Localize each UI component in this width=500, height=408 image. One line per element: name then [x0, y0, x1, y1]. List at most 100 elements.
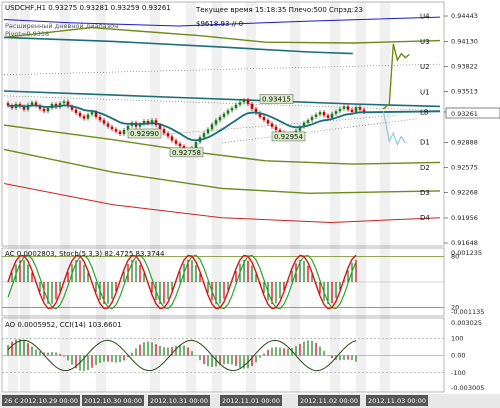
candle-body — [218, 116, 222, 121]
candle-body — [354, 107, 358, 113]
candle-body — [178, 143, 182, 147]
candle-body — [350, 109, 354, 113]
candle-body — [74, 109, 78, 113]
candle-body — [158, 125, 162, 130]
chart-window[interactable]: U4 U3 U2 U1 LB D1 D2 D3 D4 0.92990 0.92758 0.93415… — [0, 0, 500, 408]
price-tick-label: 0.92575 — [451, 164, 478, 172]
day-stripe — [290, 2, 300, 392]
candle-body — [210, 124, 214, 130]
candle-body — [214, 120, 218, 125]
price-tick-label: 0.91956 — [451, 214, 478, 222]
candle-body — [114, 129, 118, 132]
chart-canvas[interactable]: U4 U3 U2 U1 LB D1 D2 D3 D4 0.92990 0.92758 0.93415… — [0, 0, 500, 408]
candle-body — [270, 123, 274, 127]
symbol-line: USDCHF,H1 0.93275 0.93281 0.93259 0.9326… — [5, 4, 171, 12]
candle-body — [162, 129, 166, 134]
date-label: 2012.10.31 00:00 — [150, 397, 208, 405]
date-label: 2012.10.30 00:00 — [84, 397, 142, 405]
day-stripe — [330, 2, 340, 392]
cci-axis-label: -0.003005 — [451, 384, 484, 392]
candle-body — [42, 108, 46, 112]
price-tick-label: 0.94443 — [451, 12, 478, 20]
candle-body — [206, 129, 210, 134]
day-stripe — [186, 2, 196, 392]
cci-axis-label: 0.00 — [451, 352, 465, 360]
candle-body — [82, 116, 86, 119]
annotation-high1: 0.93415 — [262, 95, 291, 103]
day-stripe — [356, 2, 366, 392]
candle-body — [334, 111, 338, 114]
candle-body — [310, 116, 314, 121]
candle-body — [98, 116, 102, 121]
candle-body — [358, 107, 362, 110]
candle-body — [90, 112, 94, 115]
annotation-low3: 0.92954 — [274, 133, 303, 141]
price-tick-label: 0.93822 — [451, 62, 478, 70]
candle-body — [322, 112, 326, 116]
candle-body — [266, 120, 270, 124]
candle-body — [30, 102, 34, 105]
candle-body — [238, 102, 242, 105]
date-label: 26 O — [4, 397, 19, 405]
subtitle-pivot: Pivot=0.9318 — [5, 30, 49, 38]
day-stripe — [60, 2, 70, 392]
current-price-label: 0.93261 — [451, 110, 478, 118]
price-tick-label: 0.91648 — [451, 239, 478, 247]
candle-body — [338, 108, 342, 112]
level-label-u1: U1 — [420, 88, 430, 96]
candle-body — [102, 120, 106, 124]
candle-body — [274, 126, 278, 130]
candle-body — [62, 101, 66, 104]
annotation-low2: 0.92758 — [172, 149, 201, 157]
candle-body — [226, 110, 230, 114]
date-label: 2012.10.29 00:00 — [20, 397, 78, 405]
candle-body — [250, 103, 254, 109]
candle-body — [118, 131, 122, 135]
candle-body — [78, 112, 82, 117]
price-tick-label: 0.93513 — [451, 88, 478, 96]
candle-body — [314, 114, 318, 117]
day-stripe — [212, 2, 222, 392]
candle-body — [342, 106, 346, 109]
balance-text: $9618.93 // 0 — [196, 20, 243, 28]
date-label: 2012.11.01 00:00 — [222, 397, 280, 405]
level-label-d3: D3 — [420, 189, 430, 197]
candle-body — [246, 99, 250, 104]
date-label: 2012.11.03 00:00 — [368, 397, 426, 405]
day-stripe — [96, 2, 106, 392]
price-tick-label: 0.92268 — [451, 189, 478, 197]
date-label: 2012.11.02 00:00 — [300, 397, 358, 405]
candle-body — [262, 116, 266, 121]
ac-header: AC 0.0002803, Stoch(5,3,3) 82.4725 83.37… — [5, 250, 165, 258]
candle-body — [326, 115, 330, 118]
day-stripe — [150, 2, 160, 392]
candle-body — [122, 129, 126, 135]
level-label-u3: U3 — [420, 38, 430, 46]
candle-body — [194, 142, 198, 148]
level-label-d2: D2 — [420, 164, 430, 172]
candle-body — [222, 113, 226, 117]
level-label-lb: LB — [420, 109, 429, 117]
candle-body — [230, 108, 234, 111]
candle-body — [106, 123, 110, 127]
day-stripe — [246, 2, 256, 392]
ac-axis-label: 80 — [451, 252, 459, 260]
candle-body — [174, 140, 178, 144]
candle-body — [318, 112, 322, 115]
candle-body — [86, 114, 90, 119]
candle-body — [166, 133, 170, 137]
candle-body — [202, 133, 206, 138]
cci-axis-label: 0.003025 — [451, 319, 482, 327]
candle-body — [110, 126, 114, 130]
level-label-u4: U4 — [420, 13, 430, 21]
candle-body — [346, 106, 350, 110]
candle-body — [242, 99, 246, 103]
level-label-d1: D1 — [420, 139, 430, 147]
annotation-low1: 0.92990 — [130, 130, 159, 138]
subtitle-range: Расширенный дневной диапазон — [5, 22, 118, 30]
price-tick-label: 0.94130 — [451, 37, 478, 45]
cci-header: AO 0.0005952, CCI(14) 103.6601 — [5, 321, 122, 329]
candle-body — [170, 136, 174, 141]
day-stripe — [20, 2, 30, 392]
candle-body — [306, 120, 310, 123]
